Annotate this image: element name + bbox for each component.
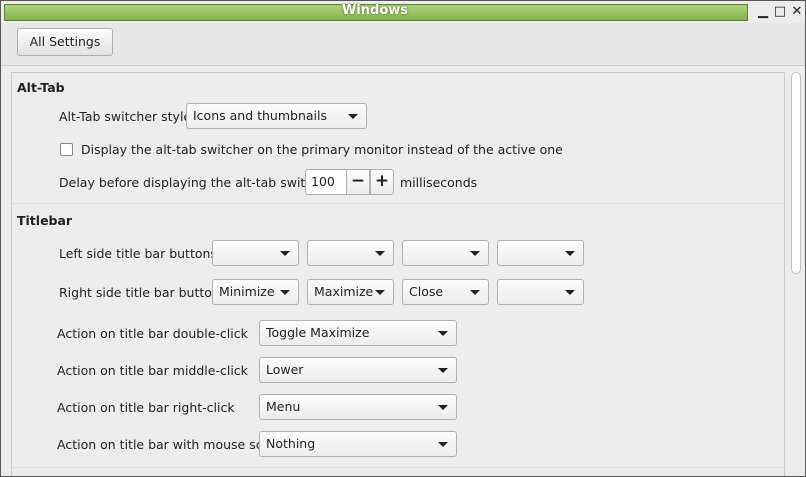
scroll-value: Nothing xyxy=(266,436,316,451)
close-icon[interactable]: ✕ xyxy=(789,4,805,20)
section-divider xyxy=(12,467,784,468)
middle-click-combo[interactable]: Lower xyxy=(259,357,457,383)
primary-monitor-checkbox[interactable] xyxy=(60,143,73,156)
left-button-combo-1[interactable] xyxy=(212,240,299,266)
alttab-section-title: Alt-Tab xyxy=(17,80,65,95)
middle-click-value: Lower xyxy=(266,362,304,377)
delay-unit: milliseconds xyxy=(400,175,478,190)
chevron-down-icon xyxy=(375,251,385,256)
left-button-combo-3[interactable] xyxy=(402,240,489,266)
right-button-combo-1[interactable]: Minimize xyxy=(212,279,299,305)
vertical-scrollbar[interactable] xyxy=(786,72,804,476)
section-divider xyxy=(12,203,784,204)
chevron-down-icon xyxy=(565,290,575,295)
chevron-down-icon xyxy=(470,251,480,256)
settings-window: Windows ▁ □ ✕ All Settings Alt-Tab Alt-T… xyxy=(0,0,806,477)
chevron-down-icon xyxy=(565,251,575,256)
left-buttons-label: Left side title bar buttons xyxy=(59,246,217,261)
scroll-label: Action on title bar with mouse scroll xyxy=(57,437,283,452)
delay-increment-button[interactable]: + xyxy=(370,169,394,195)
scroll-combo[interactable]: Nothing xyxy=(259,431,457,457)
chevron-down-icon xyxy=(280,290,290,295)
delay-input[interactable]: 100 xyxy=(305,169,347,195)
minimize-icon[interactable]: ▁ xyxy=(755,4,771,20)
scrollbar-thumb[interactable] xyxy=(791,72,801,274)
titlebar-section-title: Titlebar xyxy=(17,213,73,228)
maximize-icon[interactable]: □ xyxy=(772,4,788,20)
chevron-down-icon xyxy=(375,290,385,295)
chevron-down-icon xyxy=(438,331,448,336)
window-title: Windows xyxy=(341,3,409,18)
chevron-down-icon xyxy=(348,114,358,119)
chevron-down-icon xyxy=(470,290,480,295)
right-button-value-3: Close xyxy=(409,284,444,299)
left-button-combo-4[interactable] xyxy=(497,240,584,266)
right-click-value: Menu xyxy=(266,399,301,414)
middle-click-label: Action on title bar middle-click xyxy=(57,363,248,378)
primary-monitor-label: Display the alt-tab switcher on the prim… xyxy=(81,142,563,157)
alttab-style-combo[interactable]: Icons and thumbnails xyxy=(186,103,367,129)
right-button-value-1: Minimize xyxy=(219,284,275,299)
left-button-combo-2[interactable] xyxy=(307,240,394,266)
alttab-style-value: Icons and thumbnails xyxy=(193,108,328,123)
right-click-combo[interactable]: Menu xyxy=(259,394,457,420)
settings-panel: Alt-Tab Alt-Tab switcher style Icons and… xyxy=(11,72,785,476)
right-button-combo-3[interactable]: Close xyxy=(402,279,489,305)
right-button-combo-2[interactable]: Maximize xyxy=(307,279,394,305)
double-click-combo[interactable]: Toggle Maximize xyxy=(259,320,457,346)
right-buttons-label: Right side title bar buttons xyxy=(59,285,227,300)
chevron-down-icon xyxy=(438,368,448,373)
chevron-down-icon xyxy=(438,405,448,410)
right-button-combo-4[interactable] xyxy=(497,279,584,305)
delay-label: Delay before displaying the alt-tab swit… xyxy=(59,175,333,190)
double-click-label: Action on title bar double-click xyxy=(57,326,248,341)
toolbar: All Settings xyxy=(1,23,805,66)
right-click-label: Action on title bar right-click xyxy=(57,400,235,415)
window-titlebar[interactable]: Windows ▁ □ ✕ xyxy=(1,1,805,23)
chevron-down-icon xyxy=(438,442,448,447)
alttab-style-label: Alt-Tab switcher style xyxy=(59,109,192,124)
all-settings-button[interactable]: All Settings xyxy=(17,28,113,56)
right-button-value-2: Maximize xyxy=(314,284,374,299)
chevron-down-icon xyxy=(280,251,290,256)
delay-decrement-button[interactable]: − xyxy=(346,169,370,195)
double-click-value: Toggle Maximize xyxy=(266,325,370,340)
